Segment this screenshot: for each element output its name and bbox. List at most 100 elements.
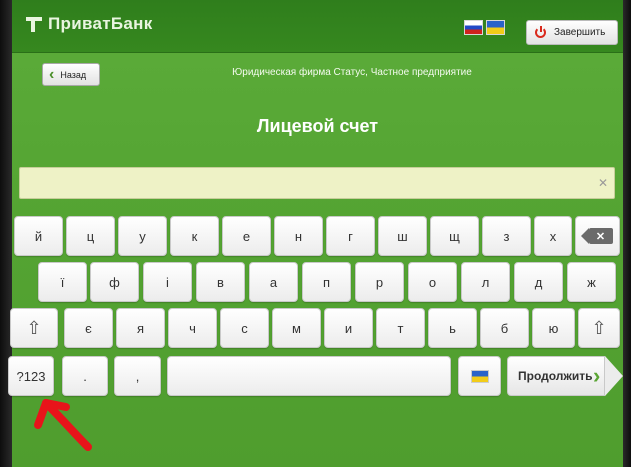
key[interactable]: в [196, 262, 245, 302]
chevron-left-icon: ‹ [49, 65, 55, 83]
russian-flag-icon[interactable] [464, 20, 483, 35]
monitor-bezel-left [0, 0, 12, 467]
key-label: р [375, 274, 384, 290]
key-label: л [481, 274, 490, 290]
key[interactable]: с [220, 308, 269, 348]
logo-text: ПриватБанк [48, 14, 153, 33]
key[interactable]: ю [532, 308, 575, 348]
key[interactable]: щ [430, 216, 479, 256]
key[interactable]: и [324, 308, 373, 348]
key[interactable]: б [480, 308, 529, 348]
shift-icon: ⇧ [591, 317, 607, 338]
backspace-key[interactable]: ✕ [575, 216, 620, 256]
account-number-field[interactable]: ✕ [19, 167, 615, 199]
key-label: о [428, 274, 437, 290]
key-label: й [34, 228, 43, 244]
key-label: и [344, 320, 353, 336]
continue-button-tip[interactable] [605, 356, 623, 396]
key[interactable]: р [355, 262, 404, 302]
clear-icon[interactable]: ✕ [598, 176, 608, 190]
language-switcher [464, 20, 505, 35]
power-icon [535, 26, 546, 38]
key[interactable]: є [64, 308, 113, 348]
key[interactable]: о [408, 262, 457, 302]
continue-button[interactable]: Продолжить [507, 356, 605, 396]
red-arrow-annotation-icon [34, 399, 92, 451]
key[interactable]: м [272, 308, 321, 348]
key-label: с [241, 320, 248, 336]
period-key-label: . [83, 368, 87, 384]
key-label: ю [548, 320, 559, 336]
ukrainian-flag-icon[interactable] [486, 20, 505, 35]
key[interactable]: г [326, 216, 375, 256]
symbols-key[interactable]: ?123 [8, 356, 54, 396]
key-label: в [217, 274, 224, 290]
key-label: у [139, 228, 146, 244]
key[interactable]: н [274, 216, 323, 256]
key-label: д [534, 274, 543, 290]
key[interactable]: ї [38, 262, 87, 302]
comma-key[interactable]: , [114, 356, 161, 396]
shift-key-right[interactable]: ⇧ [578, 308, 620, 348]
key[interactable]: ш [378, 216, 427, 256]
language-key[interactable] [458, 356, 501, 396]
key-label: т [397, 320, 404, 336]
key[interactable]: з [482, 216, 531, 256]
key[interactable]: е [222, 216, 271, 256]
key[interactable]: п [302, 262, 351, 302]
key[interactable]: я [116, 308, 165, 348]
key[interactable]: т [376, 308, 425, 348]
key[interactable]: і [143, 262, 192, 302]
key-label: є [85, 320, 92, 336]
key[interactable]: х [534, 216, 572, 256]
key-label: б [500, 320, 509, 336]
privatbank-logo: ПриватБанк [24, 14, 153, 34]
shift-icon: ⇧ [26, 317, 42, 338]
onscreen-keyboard: й ц у к е н г ш щ з х ✕ ї ф і в а п р о … [8, 213, 623, 403]
back-button-label: Назад [60, 69, 87, 80]
exit-button[interactable]: Завершить [526, 20, 618, 45]
page-title: Лицевой счет [256, 116, 379, 136]
company-name: Юридическая фирма Статус, Частное предпр… [232, 67, 472, 78]
space-key[interactable] [167, 356, 451, 396]
key-label: г [348, 228, 353, 244]
key-label: н [294, 228, 303, 244]
key[interactable]: ь [428, 308, 477, 348]
key-label: ж [587, 274, 596, 290]
key-label: ш [397, 228, 408, 244]
key-label: щ [449, 228, 460, 244]
symbols-key-label: ?123 [16, 368, 46, 384]
key[interactable]: ц [66, 216, 115, 256]
key-label: і [166, 274, 169, 290]
top-bar: ПриватБанк Завершить [12, 0, 623, 53]
key-label: к [191, 228, 198, 244]
key-label: е [242, 228, 251, 244]
key[interactable]: у [118, 216, 167, 256]
key-label: ч [189, 320, 196, 336]
key[interactable]: а [249, 262, 298, 302]
key-label: з [503, 228, 510, 244]
key-label: м [292, 320, 301, 336]
key[interactable]: д [514, 262, 563, 302]
key-label: ї [60, 274, 65, 290]
backspace-icon: ✕ [580, 228, 613, 244]
key[interactable]: ф [90, 262, 139, 302]
shift-key-left[interactable]: ⇧ [10, 308, 58, 348]
key[interactable]: ч [168, 308, 217, 348]
key[interactable]: й [14, 216, 63, 256]
key[interactable]: к [170, 216, 219, 256]
key-label: ц [86, 228, 95, 244]
back-button[interactable]: ‹ Назад [42, 63, 100, 86]
privatbank-logo-icon [24, 14, 44, 34]
monitor-bezel-right [623, 0, 631, 467]
key-label: ф [109, 274, 120, 290]
key[interactable]: л [461, 262, 510, 302]
key-label: п [322, 274, 331, 290]
key-label: ь [449, 320, 456, 336]
key[interactable]: ж [567, 262, 616, 302]
period-key[interactable]: . [62, 356, 108, 396]
continue-button-label: Продолжить [518, 369, 593, 383]
key-label: я [136, 320, 145, 336]
atm-screen: ПриватБанк Завершить ‹ Назад Юридическая… [8, 0, 623, 467]
chevron-right-icon: › [593, 363, 601, 388]
